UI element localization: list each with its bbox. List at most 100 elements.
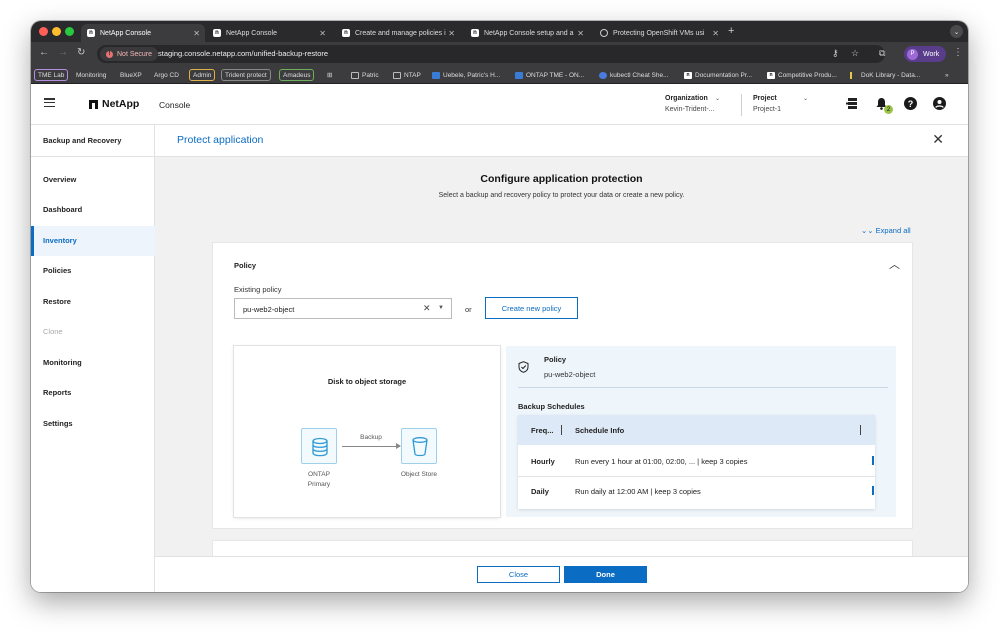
tab-close-icon[interactable]: ✕ [193,29,200,38]
bookmark-tme-lab[interactable]: TME Lab [34,69,69,81]
table-cell-schedule-info: Run daily at 12:00 AM | keep 3 copies [575,487,701,496]
create-new-policy-button[interactable]: Create new policy [485,297,578,319]
workloads-switch-icon[interactable] [846,97,859,110]
notification-count-badge: 2 [884,105,893,114]
password-key-icon[interactable]: ⚷ [832,48,839,59]
tab-label: Protecting OpenShift VMs usi [613,29,705,37]
column-header-schedule-info[interactable]: Schedule Info [575,426,624,435]
done-button[interactable]: Done [564,566,647,583]
extensions-icon[interactable]: ⧉ [879,48,885,59]
close-icon[interactable]: ✕ [932,131,944,148]
tab-search-icon[interactable]: ⌄ [950,25,963,38]
column-resizer[interactable] [860,425,861,435]
back-icon[interactable]: ← [39,47,49,58]
policy-label: Policy [544,355,567,364]
column-resizer[interactable] [561,425,562,435]
browser-tab-2[interactable]: n NetApp Console ✕ [207,24,331,42]
browser-menu-icon[interactable]: ⋮ [953,47,963,58]
scroll-indicator[interactable] [872,486,874,495]
user-account-icon[interactable] [933,97,946,110]
sidebar-item-policies[interactable]: Policies [31,256,155,286]
bookmark-star-icon[interactable]: ☆ [851,48,859,59]
bookmark-argo-cd[interactable]: Argo CD [154,69,179,81]
project-selector[interactable]: Project Project-1 ⌄ [753,95,813,113]
sidebar-item-monitoring[interactable]: Monitoring [31,348,155,378]
table-header: Freq... Schedule Info [518,415,875,445]
bookmark-ontap-tme[interactable]: ONTAP TME - ON... [515,69,584,81]
project-value: Project-1 [753,106,782,113]
policy-value: pu-web2-object [544,370,596,379]
panel-header: Protect application ✕ [155,125,968,157]
help-icon[interactable]: ? [904,97,917,110]
browser-tab-4[interactable]: n NetApp Console setup and a ✕ [465,24,589,42]
sidebar-title[interactable]: Backup and Recovery [31,125,155,157]
address-bar: ← → ↻ ! Not Secure staging.console.netap… [31,42,968,66]
not-secure-indicator[interactable]: ! Not Secure [100,47,159,61]
apps-grid-icon[interactable]: ⊞ [327,69,332,81]
maximize-window-dot[interactable] [65,27,74,36]
chevron-up-icon[interactable]: ︿ [889,256,900,272]
bookmark-uebele[interactable]: Uebele, Patric's H... [432,69,500,81]
bookmark-documentation[interactable]: n Documentation Pr... [684,69,752,81]
bookmark-bluexp[interactable]: BlueXP [120,69,142,81]
bookmark-patric[interactable]: Patric [351,69,379,81]
close-window-dot[interactable] [39,27,48,36]
bookmark-dok-library[interactable]: DoK Library - Data... [850,69,920,81]
table-cell-schedule-info: Run every 1 hour at 01:00, 02:00, ... | … [575,457,748,466]
dropdown-arrow-icon[interactable]: ▼ [438,305,444,311]
column-header-frequency[interactable]: Freq... [531,426,554,435]
sidebar-item-restore[interactable]: Restore [31,287,155,317]
bookmarks-bar: TME Lab Monitoring BlueXP Argo CD Admin … [31,66,968,84]
hamburger-menu-icon[interactable] [44,98,55,107]
existing-policy-select[interactable]: pu-web2-object ✕ ▼ [234,298,452,319]
bookmark-monitoring[interactable]: Monitoring [76,69,106,81]
tab-close-icon[interactable]: ✕ [448,29,455,38]
app: NetApp Console Organization Kevin-Triden… [31,84,968,592]
sidebar-item-settings[interactable]: Settings [31,409,155,439]
bookmark-trident-protect[interactable]: Trident protect [221,69,271,81]
bookmark-ntap[interactable]: NTAP [393,69,421,81]
or-label: or [465,305,472,314]
tab-close-icon[interactable]: ✕ [712,29,719,38]
browser-tab-5[interactable]: Protecting OpenShift VMs usi ✕ [594,24,724,42]
sidebar-item-reports[interactable]: Reports [31,378,155,408]
tab-label: NetApp Console [100,29,151,37]
chevron-down-icon: ⌄ [803,96,809,102]
browser-tab-1[interactable]: n NetApp Console ✕ [81,24,205,42]
expand-all-link[interactable]: ⌄⌄ Expand all [861,226,911,235]
new-tab-icon[interactable]: + [728,25,734,37]
shield-check-icon [518,361,529,373]
policy-section-title: Policy [234,261,257,270]
sidebar-item-clone: Clone [43,327,63,336]
netapp-logo-icon [89,99,98,109]
profile-button[interactable]: P Work [904,46,947,62]
bookmark-competitive[interactable]: n Competitive Produ... [767,69,837,81]
bookmark-admin[interactable]: Admin [189,69,216,81]
tab-close-icon[interactable]: ✕ [319,29,326,38]
bookmark-amadeus[interactable]: Amadeus [279,69,315,81]
bookmark-kubectl[interactable]: kubectl Cheat She... [599,69,669,81]
sidebar-item-overview[interactable]: Overview [31,165,155,195]
sidebar-item-inventory[interactable]: Inventory [31,226,155,256]
organization-selector[interactable]: Organization Kevin-Trident-... ⌄ [665,95,733,113]
netapp-logo[interactable]: NetApp [89,98,139,110]
github-favicon-icon [600,29,608,37]
details-divider [518,387,888,388]
reload-icon[interactable]: ↻ [77,47,85,58]
panel-title: Protect application [177,134,264,146]
footer-bar: Close Done [155,556,968,592]
url-text[interactable]: staging.console.netapp.com/unified-backu… [158,49,328,58]
close-button[interactable]: Close [477,566,560,583]
profile-label: Work [923,50,940,58]
browser-tab-3[interactable]: n Create and manage policies i ✕ [336,24,460,42]
folder-icon [351,71,359,79]
sidebar-item-dashboard[interactable]: Dashboard [31,195,155,225]
product-name: Console [159,100,191,110]
minimize-window-dot[interactable] [52,27,61,36]
tab-close-icon[interactable]: ✕ [577,29,584,38]
omnibox[interactable]: ! Not Secure staging.console.netapp.com/… [97,45,885,63]
forward-icon[interactable]: → [58,47,68,58]
scroll-indicator[interactable] [872,456,874,465]
clear-selection-icon[interactable]: ✕ [423,303,431,314]
more-bookmarks-icon[interactable]: » [945,69,949,81]
